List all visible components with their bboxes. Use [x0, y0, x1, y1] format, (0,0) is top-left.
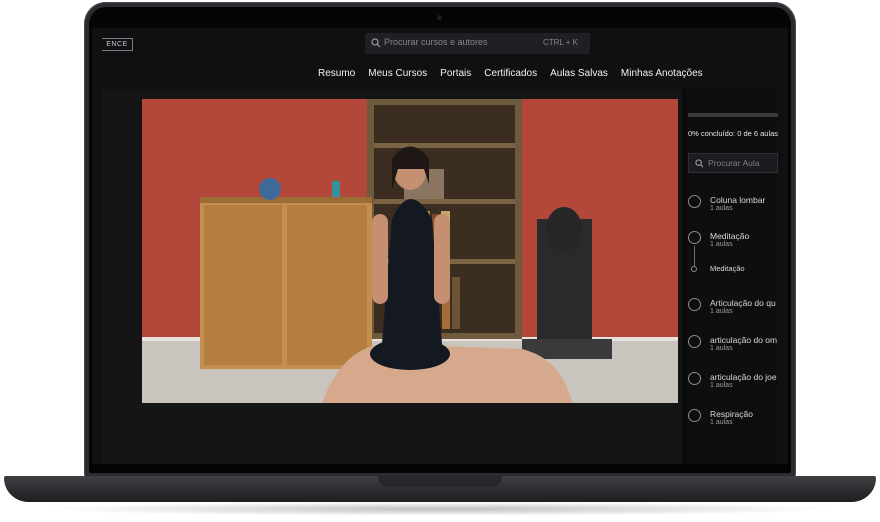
- lesson-item[interactable]: articulação do om 1 aulas: [688, 333, 780, 359]
- search-placeholder: Procurar cursos e autores: [384, 37, 488, 47]
- lesson-count: 1 aulas: [710, 382, 733, 389]
- lesson-count: 1 aulas: [710, 241, 733, 248]
- nav-item-resumo[interactable]: Resumo: [318, 68, 355, 79]
- lessons-sidebar: 0% concluído: 0 de 6 aulas Procurar Aula…: [686, 89, 778, 464]
- search-shortcut: CTRL + K: [542, 38, 578, 47]
- sub-lesson-title: Meditação: [710, 264, 745, 273]
- lesson-status-icon: [688, 372, 701, 385]
- lesson-connector-line: [694, 246, 695, 266]
- video-frame-illustration: [142, 99, 678, 403]
- nav-item-aulas-salvas[interactable]: Aulas Salvas: [550, 68, 608, 79]
- lesson-title: Articulação do qu: [710, 298, 776, 308]
- course-content: 0% concluído: 0 de 6 aulas Procurar Aula…: [102, 89, 778, 464]
- lesson-status-icon: [688, 231, 701, 244]
- progress-bar: [688, 113, 778, 117]
- lesson-title: Coluna lombar: [710, 195, 766, 205]
- lesson-item[interactable]: Respiração 1 aulas: [688, 407, 780, 433]
- main-nav: Resumo Meus Cursos Portais Certificados …: [318, 68, 703, 79]
- sub-lesson-item[interactable]: Meditação: [688, 264, 780, 276]
- lesson-search-placeholder: Procurar Aula: [708, 158, 760, 168]
- lesson-status-icon: [688, 195, 701, 208]
- lesson-status-icon: [688, 298, 701, 311]
- lesson-item[interactable]: Coluna lombar 1 aulas: [688, 193, 780, 219]
- laptop-notch: [378, 476, 502, 487]
- nav-item-portais[interactable]: Portais: [440, 68, 471, 79]
- lesson-title: articulação do om: [710, 335, 778, 345]
- sub-lesson-status-icon: [691, 266, 697, 272]
- logo[interactable]: ENCE: [102, 38, 133, 51]
- nav-item-minhas-anotacoes[interactable]: Minhas Anotações: [621, 68, 703, 79]
- laptop-mockup: ENCE Procurar cursos e autores CTRL + K …: [0, 0, 880, 522]
- lesson-count: 1 aulas: [710, 308, 733, 315]
- lesson-title: articulação do joe: [710, 372, 777, 382]
- app-screen: ENCE Procurar cursos e autores CTRL + K …: [92, 28, 788, 464]
- laptop-shadow: [40, 502, 840, 516]
- lesson-search-input[interactable]: Procurar Aula: [688, 153, 778, 173]
- lesson-item[interactable]: Meditação 1 aulas: [688, 229, 780, 255]
- lesson-title: Respiração: [710, 409, 753, 419]
- progress-text: 0% concluído: 0 de 6 aulas: [688, 129, 779, 138]
- lesson-count: 1 aulas: [710, 345, 733, 352]
- search-icon: [695, 159, 704, 168]
- video-player[interactable]: [142, 99, 678, 403]
- lesson-title: Meditação: [710, 231, 750, 241]
- lesson-item[interactable]: articulação do joe 1 aulas: [688, 370, 780, 396]
- lesson-status-icon: [688, 409, 701, 422]
- camera-icon: [437, 15, 442, 20]
- search-input[interactable]: Procurar cursos e autores CTRL + K: [365, 33, 590, 54]
- lesson-status-icon: [688, 335, 701, 348]
- lesson-count: 1 aulas: [710, 205, 733, 212]
- search-icon: [371, 38, 381, 48]
- lesson-item[interactable]: Articulação do qu 1 aulas: [688, 296, 780, 322]
- nav-item-meus-cursos[interactable]: Meus Cursos: [368, 68, 427, 79]
- nav-item-certificados[interactable]: Certificados: [484, 68, 537, 79]
- lesson-count: 1 aulas: [710, 419, 733, 426]
